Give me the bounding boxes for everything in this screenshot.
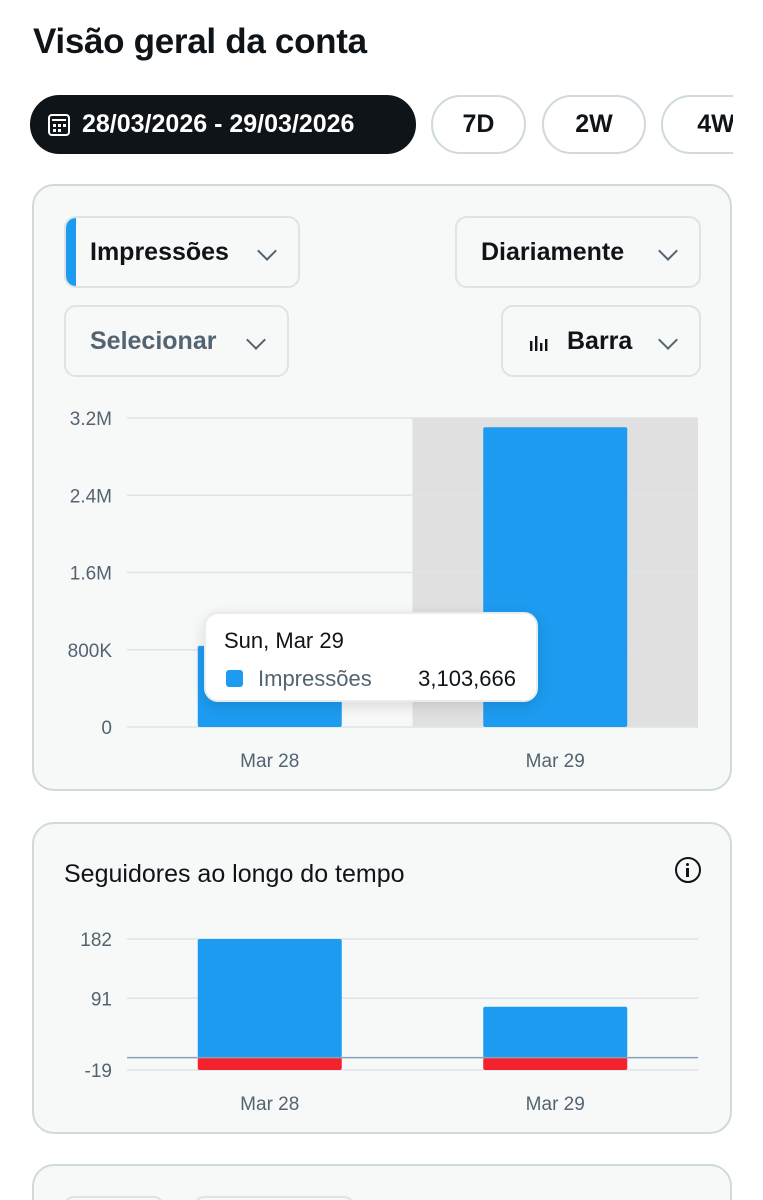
y-tick-label: 91 bbox=[91, 989, 112, 1010]
y-tick-label: 0 bbox=[101, 718, 112, 739]
preset-7d-button[interactable]: 7D bbox=[431, 95, 526, 154]
tooltip-series-label: Impressões bbox=[258, 666, 372, 691]
followers-gained-bar bbox=[483, 1006, 628, 1058]
calendar-icon bbox=[48, 113, 70, 136]
y-tick-label: 1.6M bbox=[70, 564, 112, 585]
preset-4w-button[interactable]: 4W bbox=[661, 95, 733, 154]
next-card-control[interactable] bbox=[64, 1196, 164, 1200]
y-tick-label: 182 bbox=[80, 930, 112, 951]
page-title: Visão geral da conta bbox=[33, 22, 367, 61]
followers-bar-chart: -19 91 182 Mar 28 Mar 29 bbox=[80, 930, 698, 1115]
date-range-label: 28/03/2026 - 29/03/2026 bbox=[82, 110, 355, 138]
next-card-control[interactable] bbox=[194, 1196, 354, 1200]
followers-card: Seguidores ao longo do tempo -19 91 182 Mar… bbox=[32, 822, 732, 1134]
next-card bbox=[32, 1164, 732, 1200]
tooltip-date: Sun, Mar 29 bbox=[224, 628, 344, 653]
x-tick-label: Mar 29 bbox=[526, 751, 585, 772]
followers-lost-bar bbox=[483, 1057, 628, 1070]
x-tick-label: Mar 28 bbox=[240, 1094, 299, 1115]
tooltip-value: 3,103,666 bbox=[418, 666, 516, 691]
y-tick-label: 3.2M bbox=[70, 409, 112, 430]
date-range-bar: 28/03/2026 - 29/03/2026 7D 2W 4W bbox=[30, 95, 733, 155]
chart-tooltip: Sun, Mar 29 Impressões 3,103,666 bbox=[204, 612, 538, 702]
y-tick-label: -19 bbox=[85, 1061, 112, 1082]
followers-gained-bar bbox=[197, 939, 342, 1058]
followers-lost-bar bbox=[197, 1057, 342, 1070]
x-tick-label: Mar 28 bbox=[240, 751, 299, 772]
tooltip-swatch bbox=[226, 670, 243, 687]
impressions-card: Impressões Diariamente Selecionar Barra … bbox=[32, 184, 732, 791]
x-tick-label: Mar 29 bbox=[526, 1094, 585, 1115]
preset-2w-button[interactable]: 2W bbox=[542, 95, 646, 154]
y-tick-label: 800K bbox=[68, 641, 113, 662]
date-range-picker-button[interactable]: 28/03/2026 - 29/03/2026 bbox=[30, 95, 416, 154]
y-tick-label: 2.4M bbox=[70, 486, 112, 507]
